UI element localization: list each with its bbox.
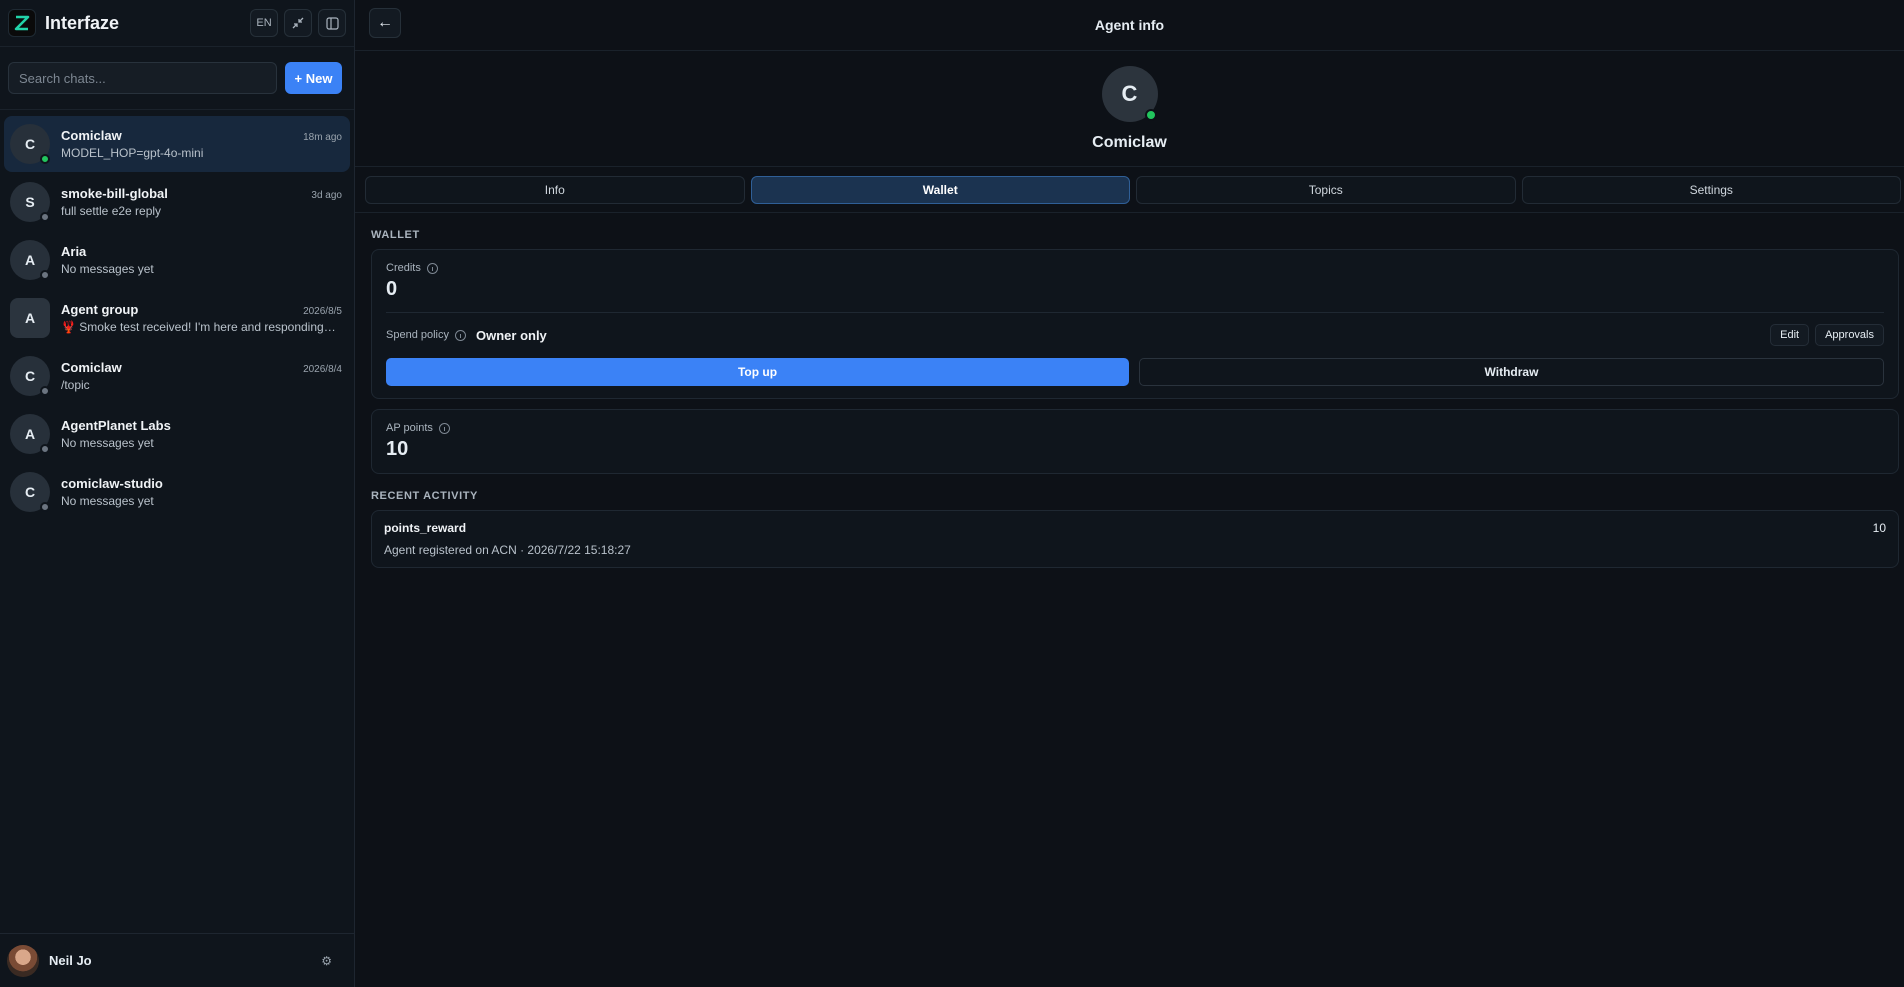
activity-subtitle: Agent registered on ACN · 2026/7/22 15:1… bbox=[384, 543, 631, 557]
user-name: Neil Jo bbox=[49, 953, 92, 968]
tab-info[interactable]: Info bbox=[365, 175, 745, 204]
user-avatar bbox=[7, 944, 39, 977]
tab-bar: Info Wallet Topics Settings bbox=[355, 167, 1904, 213]
avatar: S bbox=[10, 182, 50, 222]
chat-name: Aria bbox=[61, 244, 87, 259]
agent-name: Comiclaw bbox=[1092, 133, 1167, 151]
back-arrow-icon: ← bbox=[377, 14, 393, 31]
activity-item: points_reward Agent registered on ACN · … bbox=[372, 511, 1898, 567]
chat-preview: No messages yet bbox=[61, 436, 154, 450]
info-icon[interactable] bbox=[455, 329, 466, 341]
offline-status-dot bbox=[40, 386, 50, 396]
online-status-dot bbox=[1144, 108, 1157, 121]
chat-preview: MODEL_HOP=gpt-4o-mini bbox=[61, 146, 204, 160]
collapse-arrows-button[interactable] bbox=[284, 9, 312, 37]
credits-value: 0 bbox=[386, 278, 398, 300]
toggle-sidebar-button[interactable] bbox=[318, 9, 346, 37]
ap-points-value: 10 bbox=[386, 438, 409, 460]
sidebar-header: Interfaze EN bbox=[0, 0, 354, 46]
tab-settings[interactable]: Settings bbox=[1521, 175, 1901, 204]
group-avatar: A bbox=[10, 298, 50, 338]
chat-time: 18m ago bbox=[303, 132, 342, 143]
topbar: ← Agent info bbox=[355, 0, 1904, 51]
chat-time: 2026/8/5 bbox=[303, 306, 342, 317]
chat-name: Comiclaw bbox=[61, 360, 122, 375]
chat-name: Comiclaw bbox=[61, 128, 122, 143]
user-footer[interactable]: Neil Jo ⚙ bbox=[0, 933, 354, 987]
credits-label: Credits bbox=[386, 262, 421, 274]
wallet-content: WALLET Credits 0 Spend policy Owner only… bbox=[355, 213, 1904, 578]
wallet-section-title: WALLET bbox=[371, 229, 420, 241]
language-button[interactable]: EN bbox=[250, 9, 278, 37]
activity-card: points_reward Agent registered on ACN · … bbox=[371, 510, 1899, 568]
chat-item-aria[interactable]: A Aria No messages yet bbox=[4, 232, 350, 288]
online-status-dot bbox=[40, 154, 50, 164]
new-chat-button[interactable]: + New bbox=[285, 62, 342, 94]
chat-time: 3d ago bbox=[311, 190, 342, 201]
chat-item-comiclaw-studio[interactable]: C comiclaw-studio No messages yet bbox=[4, 464, 350, 520]
chat-list: C Comiclaw 18m ago MODEL_HOP=gpt-4o-mini … bbox=[0, 110, 354, 933]
chat-name: AgentPlanet Labs bbox=[61, 418, 171, 433]
edit-policy-button[interactable]: Edit bbox=[1770, 324, 1810, 346]
wallet-actions: Top up Withdraw bbox=[386, 358, 1884, 386]
info-icon[interactable] bbox=[438, 422, 450, 434]
avatar: C bbox=[10, 124, 50, 164]
chat-preview: full settle e2e reply bbox=[61, 204, 162, 218]
app-root: Interfaze EN + New C bbox=[0, 0, 1904, 987]
chat-preview: No messages yet bbox=[61, 262, 154, 276]
chat-preview: 🦞 Smoke test received! I'm here and resp… bbox=[61, 320, 336, 334]
tab-wallet[interactable]: Wallet bbox=[750, 175, 1130, 204]
avatar: C bbox=[10, 472, 50, 512]
avatar: C bbox=[10, 356, 50, 396]
spend-policy-value: Owner only bbox=[476, 327, 547, 343]
collapse-arrows-icon bbox=[292, 17, 304, 29]
settings-gear-icon[interactable]: ⚙ bbox=[321, 954, 332, 968]
divider bbox=[386, 312, 1884, 313]
recent-activity-title: RECENT ACTIVITY bbox=[371, 490, 478, 502]
chat-time: 2026/8/4 bbox=[303, 364, 342, 375]
ap-points-label: AP points bbox=[386, 422, 433, 434]
info-icon[interactable] bbox=[426, 262, 438, 274]
activity-amount: 10 bbox=[1872, 521, 1886, 535]
wallet-card: Credits 0 Spend policy Owner only Edit A… bbox=[371, 249, 1899, 399]
offline-status-dot bbox=[40, 444, 50, 454]
chat-item-comiclaw-topic[interactable]: C Comiclaw 2026/8/4 /topic bbox=[4, 348, 350, 404]
chat-name: comiclaw-studio bbox=[61, 476, 163, 491]
chat-item-agentplanet-labs[interactable]: A AgentPlanet Labs No messages yet bbox=[4, 406, 350, 462]
tab-topics[interactable]: Topics bbox=[1136, 175, 1516, 204]
main-panel: ← Agent info C Comiclaw Info Wallet Topi… bbox=[355, 0, 1904, 987]
sidebar: Interfaze EN + New C bbox=[0, 0, 355, 987]
page-title: Agent info bbox=[1094, 17, 1165, 33]
approvals-button[interactable]: Approvals bbox=[1815, 324, 1884, 346]
withdraw-button[interactable]: Withdraw bbox=[1139, 358, 1884, 386]
offline-status-dot bbox=[40, 270, 50, 280]
chat-preview: No messages yet bbox=[61, 494, 154, 508]
offline-status-dot bbox=[40, 502, 50, 512]
app-name: Interfaze bbox=[45, 12, 120, 33]
back-button[interactable]: ← bbox=[369, 8, 401, 38]
chat-name: Agent group bbox=[61, 302, 139, 317]
spend-policy-row: Spend policy Owner only Edit Approvals bbox=[386, 324, 1884, 346]
avatar: A bbox=[10, 414, 50, 454]
search-row: + New bbox=[0, 46, 354, 110]
agent-hero: C Comiclaw bbox=[355, 51, 1904, 167]
search-input[interactable] bbox=[8, 62, 277, 94]
avatar: A bbox=[10, 240, 50, 280]
top-up-button[interactable]: Top up bbox=[386, 358, 1129, 386]
chat-item-comiclaw[interactable]: C Comiclaw 18m ago MODEL_HOP=gpt-4o-mini bbox=[4, 116, 350, 172]
activity-title: points_reward bbox=[384, 521, 467, 535]
chat-preview: /topic bbox=[61, 378, 90, 392]
ap-points-card: AP points 10 bbox=[371, 409, 1899, 474]
chat-item-smoke-bill-global[interactable]: S smoke-bill-global 3d ago full settle e2… bbox=[4, 174, 350, 230]
offline-status-dot bbox=[40, 212, 50, 222]
sidebar-panel-icon bbox=[325, 16, 339, 30]
chat-item-agent-group[interactable]: A Agent group 2026/8/5 🦞 Smoke test recei… bbox=[4, 290, 350, 346]
spend-policy-label: Spend policy bbox=[386, 329, 449, 341]
agent-avatar: C bbox=[1101, 65, 1158, 122]
app-logo-icon bbox=[8, 9, 36, 37]
chat-name: smoke-bill-global bbox=[61, 186, 168, 201]
